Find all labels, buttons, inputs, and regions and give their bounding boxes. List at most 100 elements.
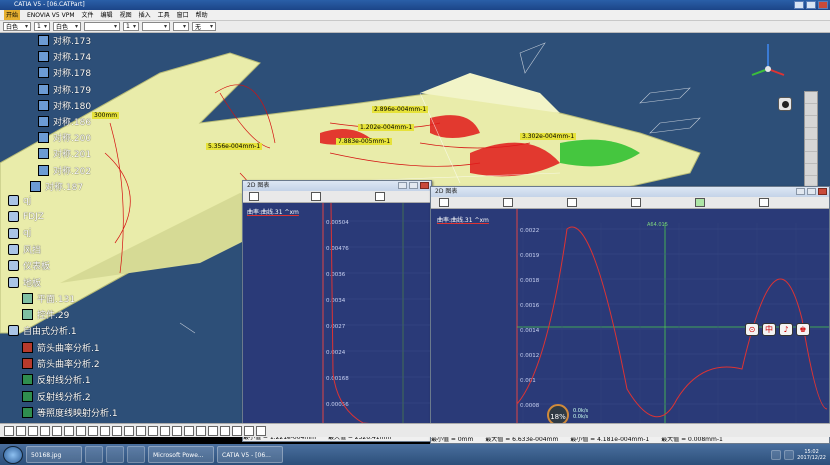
bottom-tool-15[interactable] bbox=[172, 425, 182, 436]
tree-node[interactable]: 对称.201 bbox=[38, 147, 92, 160]
bottom-tool-19[interactable] bbox=[220, 425, 230, 436]
chart-tool-1[interactable] bbox=[439, 198, 449, 207]
minimize-button[interactable] bbox=[796, 188, 805, 195]
menu-edit[interactable]: 编辑 bbox=[101, 10, 113, 20]
bottom-tool-1[interactable] bbox=[4, 425, 14, 436]
toolbar-button-2[interactable] bbox=[805, 104, 817, 116]
volume-icon[interactable] bbox=[784, 449, 795, 460]
chart-tool-2[interactable] bbox=[503, 198, 513, 207]
bottom-tool-21[interactable] bbox=[244, 425, 254, 436]
maximize-button[interactable] bbox=[409, 182, 418, 189]
tree-node[interactable]: 对称.200 bbox=[38, 131, 92, 144]
tree-node[interactable]: 对称.180 bbox=[38, 99, 92, 112]
browser-icon[interactable] bbox=[127, 446, 145, 463]
tree-node[interactable]: 地板 bbox=[8, 276, 42, 289]
bottom-tool-9[interactable] bbox=[100, 425, 110, 436]
media-player-icon[interactable] bbox=[106, 446, 124, 463]
moon-icon[interactable]: ♪ bbox=[779, 323, 793, 336]
toolbar-button-4[interactable] bbox=[805, 128, 817, 140]
bottom-tool-11[interactable] bbox=[124, 425, 134, 436]
menu-start[interactable]: 开始 bbox=[4, 10, 21, 20]
curvature-plot-left[interactable]: 0.00504 0.00476 0.0036 0.0034 0.0027 0.0024 0.… bbox=[243, 203, 431, 432]
tree-node[interactable]: qj bbox=[8, 194, 32, 207]
minimize-button[interactable] bbox=[398, 182, 407, 189]
tree-node[interactable]: 控件.29 bbox=[22, 308, 70, 321]
menu-window[interactable]: 窗口 bbox=[177, 10, 189, 20]
toolbar-button-7[interactable] bbox=[805, 164, 817, 176]
center-icon[interactable]: 中 bbox=[762, 323, 776, 336]
bottom-tool-6[interactable] bbox=[64, 425, 74, 436]
line-type-combo[interactable] bbox=[84, 22, 120, 31]
shirt-icon[interactable]: ♚ bbox=[796, 323, 810, 336]
line-weight-combo[interactable]: 1 bbox=[123, 22, 139, 31]
bottom-tool-20[interactable] bbox=[232, 425, 242, 436]
chart-window-left[interactable]: 2D 图表 0.00504 0.00476 0.0036 0.0034 0.0027 0.… bbox=[242, 180, 432, 442]
tree-node[interactable]: 等照度线映射分析.1 bbox=[22, 406, 119, 419]
tree-node[interactable]: 反射线分析.1 bbox=[22, 373, 92, 386]
layer-combo[interactable]: 无 bbox=[192, 22, 216, 31]
bottom-tool-4[interactable] bbox=[40, 425, 50, 436]
chart-tool-3[interactable] bbox=[375, 192, 385, 201]
menu-view[interactable]: 视图 bbox=[120, 10, 132, 20]
bottom-tool-2[interactable] bbox=[16, 425, 26, 436]
tree-node[interactable]: 风挡 bbox=[8, 243, 42, 256]
tree-node[interactable]: 自由式分析.1 bbox=[8, 324, 78, 337]
taskbar-item-powerpoint[interactable]: Microsoft Powe... bbox=[148, 446, 214, 463]
point-type-combo[interactable] bbox=[173, 22, 189, 31]
menu-file[interactable]: 文件 bbox=[82, 10, 94, 20]
chart-tool-5[interactable] bbox=[695, 198, 705, 207]
tree-node[interactable]: 对称.173 bbox=[38, 34, 92, 47]
tree-node[interactable]: 对称.187 bbox=[30, 180, 84, 193]
hand-tool-icon[interactable] bbox=[778, 97, 792, 111]
tree-node[interactable]: 反射线分析.2 bbox=[22, 390, 92, 403]
bottom-tool-13[interactable] bbox=[148, 425, 158, 436]
tree-node[interactable]: 对称.174 bbox=[38, 50, 92, 63]
taskbar-item-catia[interactable]: CATIA V5 - [06... bbox=[217, 446, 283, 463]
tree-node[interactable]: 仪表板 bbox=[8, 259, 51, 272]
tree-node[interactable]: 对称.202 bbox=[38, 164, 92, 177]
menu-tools[interactable]: 工具 bbox=[158, 10, 170, 20]
curvature-plot-right[interactable]: 0.0022 0.0019 0.0018 0.0016 0.0014 0.0012 0.00… bbox=[431, 209, 829, 434]
bottom-tool-7[interactable] bbox=[76, 425, 86, 436]
close-button[interactable] bbox=[420, 182, 429, 189]
chart-tool-2[interactable] bbox=[311, 192, 321, 201]
bottom-tool-10[interactable] bbox=[112, 425, 122, 436]
chart-tool-4[interactable] bbox=[631, 198, 641, 207]
menu-help[interactable]: 帮助 bbox=[196, 10, 208, 20]
chart-window-right[interactable]: 2D 图表 0.0022 0.0019 0.0018 0.0016 0.0014 0.00… bbox=[430, 186, 830, 444]
bottom-tool-22[interactable] bbox=[256, 425, 266, 436]
maximize-button[interactable] bbox=[806, 1, 816, 9]
windows-start-icon[interactable] bbox=[3, 445, 23, 464]
compass-icon[interactable] bbox=[748, 39, 788, 79]
close-button[interactable] bbox=[818, 188, 827, 195]
tree-node[interactable]: 箭头曲率分析.2 bbox=[22, 357, 101, 370]
chart-tool-1[interactable] bbox=[249, 192, 259, 201]
minimize-button[interactable] bbox=[794, 1, 804, 9]
chart-tool-3[interactable] bbox=[567, 198, 577, 207]
tree-node[interactable]: 平面.131 bbox=[22, 292, 76, 305]
network-icon[interactable] bbox=[771, 449, 782, 460]
transparency-combo[interactable]: 1 bbox=[34, 22, 50, 31]
fill-color-combo[interactable]: 白色 bbox=[3, 22, 31, 31]
toolbar-button-3[interactable] bbox=[805, 116, 817, 128]
clock[interactable]: 15:02 2017/12/22 bbox=[797, 449, 826, 461]
tree-node[interactable]: 箭头曲率分析.1 bbox=[22, 341, 101, 354]
bottom-tool-8[interactable] bbox=[88, 425, 98, 436]
toolbar-button-6[interactable] bbox=[805, 152, 817, 164]
bottom-tool-5[interactable] bbox=[52, 425, 62, 436]
bottom-tool-17[interactable] bbox=[196, 425, 206, 436]
toolbar-button-1[interactable] bbox=[805, 92, 817, 104]
chart-tool-6[interactable] bbox=[759, 198, 769, 207]
bottom-tool-16[interactable] bbox=[184, 425, 194, 436]
line-color-combo[interactable]: 白色 bbox=[53, 22, 81, 31]
explorer-icon[interactable] bbox=[85, 446, 103, 463]
close-button[interactable] bbox=[818, 1, 828, 9]
menu-enovia[interactable]: ENOVIA V5 VPM bbox=[27, 10, 75, 20]
fit-all-icon[interactable]: ⊙ bbox=[745, 323, 759, 336]
tree-node[interactable]: 对称.179 bbox=[38, 83, 92, 96]
maximize-button[interactable] bbox=[807, 188, 816, 195]
taskbar-item-image[interactable]: 50168.jpg bbox=[26, 446, 82, 463]
tree-node[interactable]: 对称.186 bbox=[38, 115, 92, 128]
bottom-tool-12[interactable] bbox=[136, 425, 146, 436]
bottom-tool-18[interactable] bbox=[208, 425, 218, 436]
